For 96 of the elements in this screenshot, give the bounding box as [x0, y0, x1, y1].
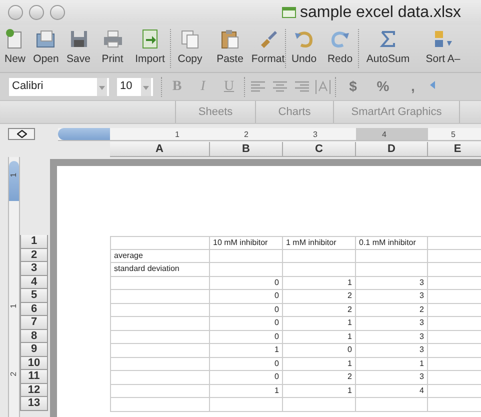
row-header[interactable]: 12	[20, 384, 48, 397]
row-header[interactable]: 6	[20, 302, 48, 316]
row-header[interactable]: 1	[20, 235, 48, 248]
row-header[interactable]: 9	[20, 343, 48, 356]
column-header[interactable]: E	[428, 142, 481, 157]
table-cell: 0	[210, 276, 283, 290]
table-cell: 1	[283, 330, 356, 344]
table-cell: 1	[283, 384, 356, 398]
table-cell: 3	[356, 344, 428, 358]
toolbar-button[interactable]: Paste	[209, 25, 251, 72]
sort-icon	[432, 29, 454, 50]
table-cell: standard deviation	[110, 263, 210, 276]
table-cell: 0	[210, 290, 283, 304]
undo-arrow-icon	[293, 29, 315, 50]
window-control-icon[interactable]	[50, 5, 65, 20]
table-cell: 0	[210, 358, 283, 371]
redo-arrow-icon	[329, 29, 351, 50]
table-cell: 2	[283, 304, 356, 317]
table-cell	[356, 263, 428, 276]
copy-icon	[179, 29, 201, 50]
table-cell: 1	[210, 344, 283, 358]
ruler-margin	[9, 161, 19, 201]
ruler-number: 2	[10, 372, 18, 376]
table-cell: 2	[356, 304, 428, 317]
folder-icon	[35, 29, 57, 50]
font-name-field[interactable]: Calibri	[9, 78, 109, 96]
toolbar-button[interactable]: Open	[30, 25, 62, 72]
table-cell	[428, 236, 481, 250]
table-cell: 3	[356, 276, 428, 290]
table-cell	[356, 398, 428, 412]
ruler-number: 1	[10, 172, 18, 178]
table-cell: 1	[283, 276, 356, 290]
align-icon[interactable]	[273, 80, 287, 92]
toolbar-button[interactable]: New	[0, 25, 30, 72]
window-title: sample excel data.xlsx	[300, 2, 461, 22]
table-cell: 0	[283, 344, 356, 358]
diamond-icon	[16, 130, 26, 138]
table-cell: 2	[283, 371, 356, 384]
column-header[interactable]: D	[356, 142, 428, 157]
spreadsheet-file-icon	[282, 7, 296, 18]
toolbar-button[interactable]: Save	[62, 25, 95, 72]
row-header[interactable]: 3	[20, 262, 48, 276]
column-header[interactable]: B	[210, 142, 283, 157]
row-header[interactable]: 10	[20, 356, 48, 370]
row-header[interactable]: 4	[20, 276, 48, 289]
ruler-selection-highlight	[356, 128, 428, 140]
row-header[interactable]: 7	[20, 316, 48, 330]
toolbar-button[interactable]: Print	[95, 25, 130, 72]
ruler-toggle-button[interactable]	[8, 128, 35, 140]
toolbar-button[interactable]: Format	[251, 25, 285, 72]
ruler-number: 5	[451, 128, 456, 140]
table-cell: 1	[356, 358, 428, 371]
clipboard-icon	[219, 29, 241, 50]
table-cell: 10 mM inhibitor	[210, 236, 283, 250]
table-cell: 4	[356, 384, 428, 398]
column-header[interactable]: C	[283, 142, 356, 157]
row-header[interactable]: 2	[20, 248, 48, 262]
table-cell: 2	[283, 290, 356, 304]
column-header[interactable]: A	[110, 142, 210, 157]
ruler-number: 1	[175, 128, 180, 140]
align-icon[interactable]	[251, 80, 265, 92]
table-cell: 1	[210, 384, 283, 398]
ruler-number: 2	[244, 128, 248, 140]
printer-icon	[102, 29, 124, 50]
toolbar-button[interactable]: Redo	[322, 25, 358, 72]
window-control-icon[interactable]	[8, 5, 23, 20]
toolbar-button[interactable]: Undo	[286, 25, 322, 72]
row-header[interactable]: 5	[20, 289, 48, 302]
table-cell: 3	[356, 330, 428, 344]
table-cell: 0	[210, 304, 283, 317]
table-cell: 0	[210, 317, 283, 330]
table-cell: 3	[356, 317, 428, 330]
ruler-number: 1	[10, 304, 18, 308]
table-cell: 3	[356, 290, 428, 304]
table-cell: average	[110, 250, 210, 263]
wrap-text-icon[interactable]	[315, 78, 331, 94]
row-header[interactable]: 8	[20, 330, 48, 343]
table-cell: 1 mM inhibitor	[283, 236, 356, 250]
table-cell: 0.1 mM inhibitor	[356, 236, 428, 250]
ruler-margin	[58, 128, 110, 140]
toolbar-button[interactable]: Sort A–	[417, 25, 469, 72]
table-cell	[356, 250, 428, 263]
toolbar-button[interactable]: Copy	[171, 25, 209, 72]
row-header[interactable]: 13	[20, 397, 48, 410]
toolbar-button[interactable]: Import	[130, 25, 170, 72]
table-cell: 1	[283, 317, 356, 330]
table-cell: 1	[283, 358, 356, 371]
row-header[interactable]: 11	[20, 370, 48, 384]
table-cell: 3	[356, 371, 428, 384]
toolbar-button[interactable]: AutoSum	[359, 25, 417, 72]
ruler-number: 4	[382, 128, 386, 140]
table-cell: 0	[210, 371, 283, 384]
align-icon[interactable]	[295, 80, 309, 92]
ruler-number: 3	[313, 128, 318, 140]
table-cell: 0	[210, 330, 283, 344]
window-control-icon[interactable]	[29, 5, 44, 20]
